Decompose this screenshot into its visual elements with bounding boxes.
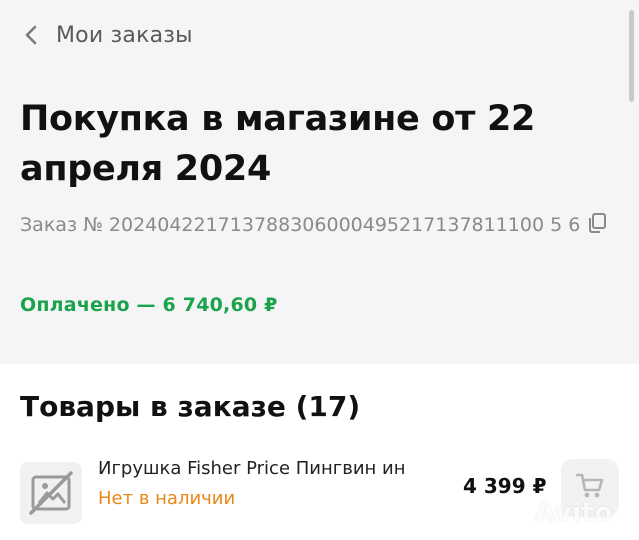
products-heading: Товары в заказе (17) <box>20 390 361 423</box>
chevron-left-icon <box>20 24 42 46</box>
back-label: Мои заказы <box>56 22 193 48</box>
item-price: 4 399 ₽ <box>463 474 547 498</box>
page-title: Покупка в магазине от 22 апреля 2024 <box>20 99 536 189</box>
order-header: Мои заказы Покупка в магазине от 22 апре… <box>0 0 639 364</box>
no-image-icon <box>20 462 82 524</box>
avito-watermark: Avito <box>535 498 613 528</box>
order-number: Заказ № 20240422171378830600049521713781… <box>20 208 620 242</box>
scrollbar[interactable] <box>629 10 634 102</box>
order-number-text: Заказ № 20240422171378830600049521713781… <box>20 214 581 236</box>
copy-icon[interactable] <box>586 211 608 233</box>
item-stock-status: Нет в наличии <box>98 488 236 509</box>
item-name[interactable]: Игрушка Fisher Price Пингвин ин <box>98 458 438 479</box>
back-button[interactable]: Мои заказы <box>20 18 193 52</box>
payment-status: Оплачено — 6 740,60 ₽ <box>20 294 278 316</box>
